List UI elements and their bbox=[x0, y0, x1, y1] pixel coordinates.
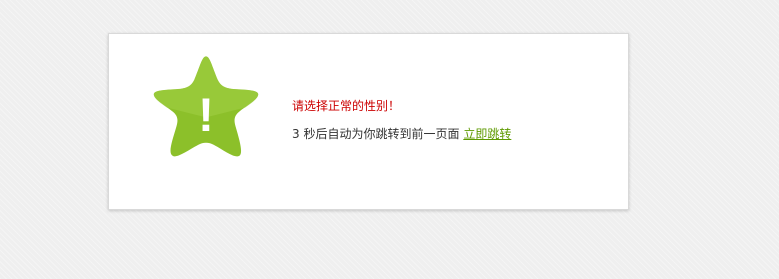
countdown-text: 秒后自动为你跳转到前一页面 bbox=[303, 127, 460, 141]
redirect-notice: 3 秒后自动为你跳转到前一页面 立即跳转 bbox=[292, 126, 511, 142]
redirect-now-link[interactable]: 立即跳转 bbox=[463, 127, 511, 141]
exclamation-glyph: ! bbox=[198, 89, 214, 142]
warning-star-icon: ! bbox=[153, 56, 259, 157]
countdown-number: 3 bbox=[292, 127, 300, 141]
alert-dialog: ! 请选择正常的性别！ 3 秒后自动为你跳转到前一页面 立即跳转 bbox=[108, 33, 629, 210]
error-message: 请选择正常的性别！ bbox=[292, 99, 401, 113]
